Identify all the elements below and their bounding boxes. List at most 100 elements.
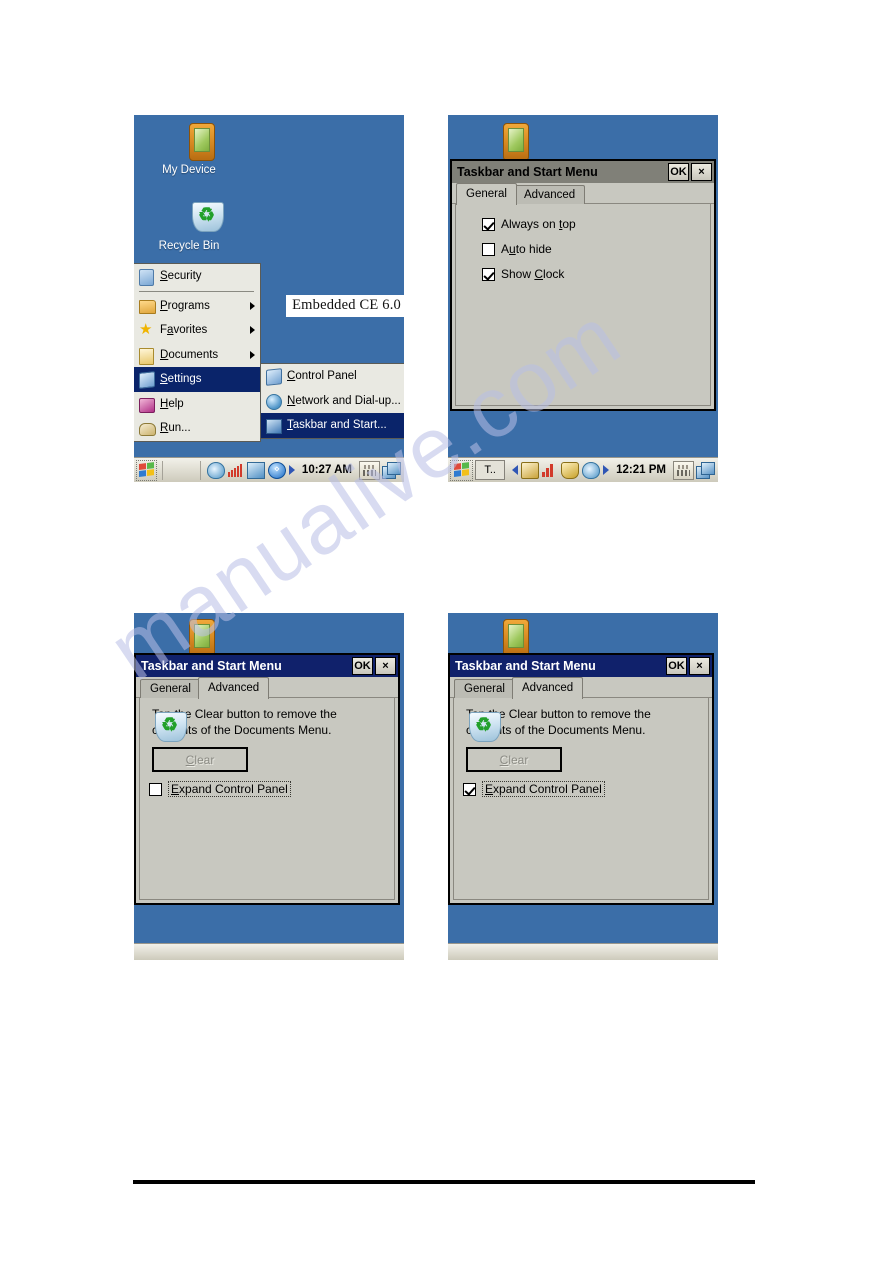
submenu-item-label: Control Panel (287, 370, 357, 383)
dialog-body: General Advanced ♻ Tap the Clear button … (450, 677, 712, 903)
brightness-icon[interactable] (521, 461, 540, 479)
show-clock-checkbox[interactable] (482, 267, 495, 281)
tab-advanced[interactable]: Advanced (514, 185, 586, 204)
tab-page-general: Always on top Auto hide Show Clock (455, 204, 711, 406)
start-button[interactable] (136, 459, 158, 481)
desktop-icon-recycle-bin[interactable]: ♻ Recycle Bin (152, 197, 226, 253)
tab-advanced[interactable]: Advanced (198, 677, 270, 699)
dialog-body: General Advanced ♻ Tap the Clear button … (136, 677, 398, 903)
checkbox-row-auto-hide[interactable]: Auto hide (482, 242, 710, 256)
documents-icon (139, 347, 156, 365)
start-menu-item-documents[interactable]: Documents (134, 343, 260, 368)
settings-submenu: Control Panel Network and Dial-up... Tas… (260, 363, 404, 439)
desktop-icon-my-device[interactable] (466, 121, 540, 164)
clock[interactable]: 12:21 PM (612, 464, 670, 476)
dialog-title-bar: Taskbar and Start Menu OK × (452, 161, 714, 183)
bluetooth-icon[interactable]: ⋄ (267, 461, 286, 479)
taskbar (448, 943, 718, 960)
task-button-taskbar-dialog[interactable]: T.. (475, 460, 506, 480)
submenu-item-label: Network and Dial-up... (287, 394, 401, 407)
start-menu-item-settings[interactable]: Settings (134, 367, 260, 392)
start-menu-item-label: Favorites (160, 324, 208, 337)
desktop-icon-my-device[interactable]: My Device (152, 121, 226, 177)
checkbox-row-expand-control-panel[interactable]: Expand Control Panel (149, 781, 394, 797)
checkbox-row-expand-control-panel[interactable]: Expand Control Panel (463, 781, 708, 797)
tray-expand-icon[interactable] (288, 465, 295, 475)
dialog-title: Taskbar and Start Menu (141, 659, 282, 673)
expand-control-panel-checkbox[interactable] (149, 782, 162, 796)
clock[interactable]: 10:27 AM (298, 464, 356, 476)
always-on-top-checkbox[interactable] (482, 217, 495, 231)
speaker-icon[interactable] (582, 461, 601, 479)
page-footer-rule (133, 1180, 755, 1184)
speaker-icon[interactable] (206, 461, 225, 479)
submenu-item-label: Taskbar and Start... (287, 419, 387, 432)
checkbox-label: Expand Control Panel (168, 781, 291, 797)
taskbar-divider (162, 460, 164, 480)
power-plug-icon[interactable] (561, 461, 580, 479)
ok-button[interactable]: OK (352, 657, 373, 675)
control-panel-icon (266, 368, 283, 387)
taskbar (134, 943, 404, 960)
chevron-right-icon (250, 326, 255, 335)
tray-expand-icon[interactable] (603, 465, 610, 475)
clear-button[interactable]: Clear (466, 747, 562, 772)
checkbox-row-show-clock[interactable]: Show Clock (482, 267, 710, 281)
dialog-title-bar: Taskbar and Start Menu OK × (136, 655, 398, 677)
start-menu: Security Programs ★ Favorites Documents … (134, 263, 261, 442)
close-button[interactable]: × (689, 657, 710, 675)
settings-icon (139, 371, 156, 390)
ok-button[interactable]: OK (668, 163, 689, 181)
taskbar-start-menu-dialog: Taskbar and Start Menu OK × General Adva… (450, 159, 716, 411)
signal-bars-icon[interactable] (227, 463, 244, 477)
show-desktop-icon[interactable] (382, 461, 401, 479)
close-button[interactable]: × (691, 163, 712, 181)
windows-flag-icon (138, 461, 155, 479)
start-menu-item-security[interactable]: Security (134, 264, 260, 289)
checkbox-label: Always on top (501, 217, 576, 231)
display-icon[interactable] (246, 461, 265, 479)
start-menu-item-favorites[interactable]: ★ Favorites (134, 318, 260, 343)
recycle-bin-icon: ♻ (152, 197, 226, 239)
favorites-icon: ★ (139, 321, 153, 339)
chevron-right-icon (250, 301, 255, 310)
expand-control-panel-checkbox[interactable] (463, 782, 476, 796)
start-menu-item-label: Security (160, 270, 202, 283)
start-menu-item-label: Programs (160, 299, 210, 312)
dialog-title-bar: Taskbar and Start Menu OK × (450, 655, 712, 677)
submenu-item-control-panel[interactable]: Control Panel (261, 364, 404, 389)
tray-collapse-icon[interactable] (512, 465, 519, 475)
taskbar-start-menu-dialog: Taskbar and Start Menu OK × General Adva… (448, 653, 714, 905)
system-tray: ⋄ 10:27 AM (204, 460, 359, 481)
clear-button[interactable]: Clear (152, 747, 248, 772)
close-button[interactable]: × (375, 657, 396, 675)
desktop-icon-label: My Device (162, 164, 216, 176)
taskbar: T.. 12:21 PM (448, 457, 718, 482)
checkbox-row-always-on-top[interactable]: Always on top (482, 217, 710, 231)
clear-button-label: Clear (499, 752, 529, 767)
tab-general[interactable]: General (454, 679, 515, 698)
taskbar-divider (200, 460, 201, 480)
signal-bars-icon[interactable] (542, 463, 558, 477)
start-menu-item-label: Run... (160, 422, 191, 435)
tab-general[interactable]: General (456, 183, 517, 205)
start-menu-item-programs[interactable]: Programs (134, 294, 260, 319)
ok-button[interactable]: OK (666, 657, 687, 675)
screenshot-panel-start-menu: My Device ♻ Recycle Bin Embedded CE 6.0 … (134, 115, 404, 482)
start-menu-item-help[interactable]: Help (134, 392, 260, 417)
show-desktop-icon[interactable] (696, 461, 715, 479)
taskbar-icon (266, 417, 283, 435)
tab-page-advanced: ♻ Tap the Clear button to remove the con… (139, 698, 395, 900)
keyboard-icon[interactable] (359, 460, 380, 480)
submenu-item-taskbar-start[interactable]: Taskbar and Start... (261, 413, 404, 438)
tab-general[interactable]: General (140, 679, 201, 698)
start-menu-item-run[interactable]: Run... (134, 416, 260, 441)
keyboard-icon[interactable] (673, 460, 694, 480)
tab-advanced[interactable]: Advanced (512, 677, 584, 699)
auto-hide-checkbox[interactable] (482, 242, 495, 256)
start-button[interactable] (450, 459, 474, 481)
taskbar-right-icons (673, 460, 718, 480)
security-icon (139, 268, 156, 287)
submenu-item-network-dialup[interactable]: Network and Dial-up... (261, 389, 404, 414)
taskbar: ⋄ 10:27 AM (134, 457, 404, 482)
